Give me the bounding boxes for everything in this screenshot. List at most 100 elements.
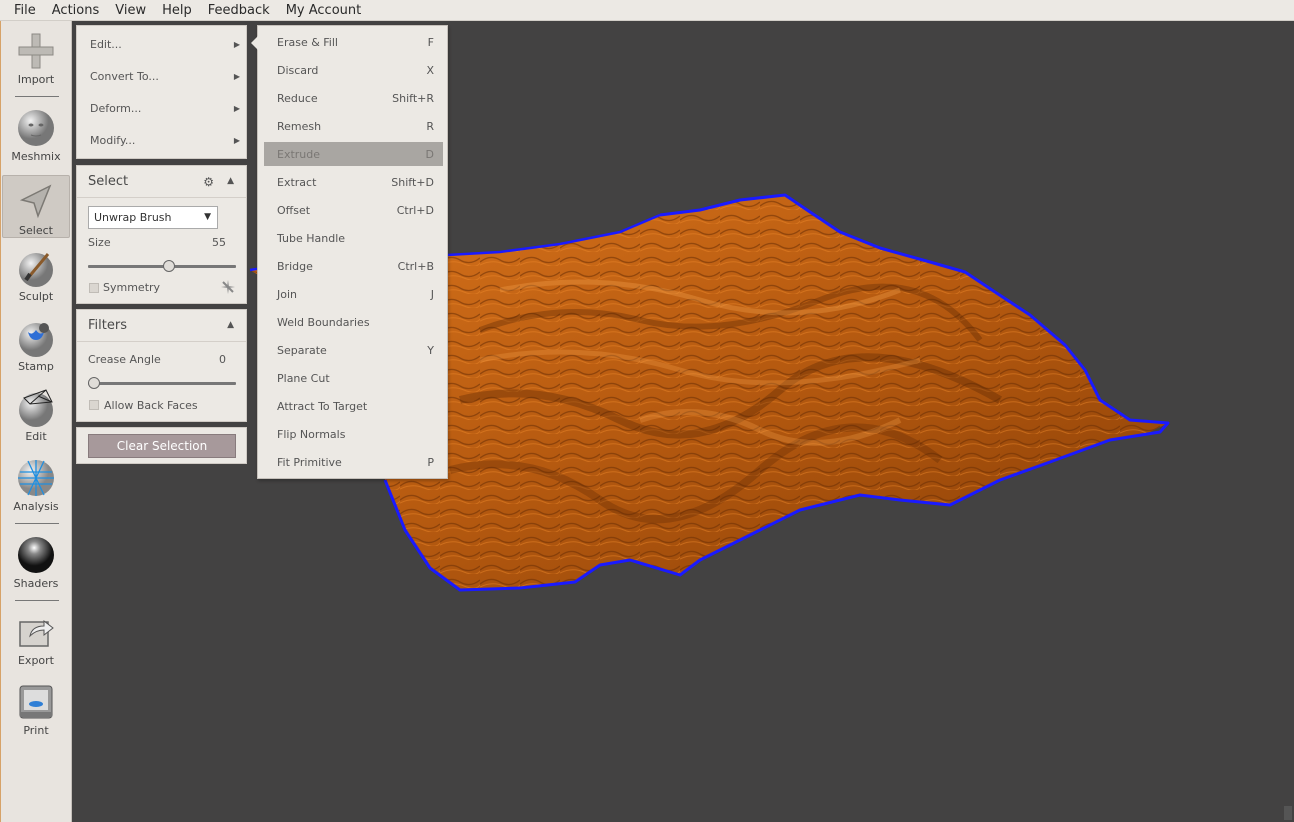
size-slider-knob[interactable]: [162, 260, 175, 272]
menu-item-label: Separate: [277, 343, 327, 357]
clear-selection-button[interactable]: Clear Selection: [88, 434, 236, 458]
submenu-modify[interactable]: Modify... ▶: [90, 130, 240, 150]
printer-icon: [19, 685, 53, 719]
face-sphere-icon: [18, 110, 54, 146]
chevron-down-icon: ▼: [204, 212, 211, 222]
menu-item-fit-primitive[interactable]: Fit Primitive P: [264, 450, 443, 474]
tool-meshmix[interactable]: Meshmix: [2, 108, 70, 163]
crease-slider-track[interactable]: [88, 382, 236, 385]
menu-item-shortcut: Ctrl+B: [397, 259, 434, 273]
menu-actions[interactable]: Actions: [44, 0, 108, 21]
allow-back-faces-checkbox[interactable]: [89, 400, 99, 410]
menu-item-shortcut: Ctrl+D: [396, 203, 434, 217]
select-panel-title: Select: [88, 174, 129, 189]
menu-item-remesh[interactable]: Remesh R: [264, 114, 443, 138]
submenu-convert-to[interactable]: Convert To... ▶: [90, 66, 240, 86]
menu-item-label: Extrude: [277, 147, 321, 161]
menu-item-shortcut: Y: [427, 343, 434, 357]
menu-item-label: Offset: [277, 203, 311, 217]
filters-panel-header: Filters ▲: [77, 310, 246, 342]
brush-type-select[interactable]: Unwrap Brush ▼: [88, 206, 218, 229]
menu-my-account[interactable]: My Account: [278, 0, 370, 21]
menu-item-erase-fill[interactable]: Erase & Fill F: [264, 30, 443, 54]
allow-back-faces-label: Allow Back Faces: [104, 399, 198, 412]
menu-item-label: Extract: [277, 175, 317, 189]
tool-edit[interactable]: Edit: [2, 388, 70, 443]
submenu-edit[interactable]: Edit... ▶: [90, 34, 240, 54]
menu-file[interactable]: File: [6, 0, 44, 21]
menu-item-weld-boundaries[interactable]: Weld Boundaries: [264, 310, 443, 334]
menu-item-reduce[interactable]: Reduce Shift+R: [264, 86, 443, 110]
menu-item-label: Fit Primitive: [277, 455, 342, 469]
menu-item-label: Bridge: [277, 259, 313, 273]
tool-stamp[interactable]: Stamp: [2, 318, 70, 373]
resize-grip[interactable]: [1284, 806, 1292, 820]
tool-shaders[interactable]: Shaders: [2, 535, 70, 590]
gear-icon[interactable]: ⚙: [203, 175, 214, 189]
plus-icon: [18, 33, 54, 69]
menu-item-extrude[interactable]: Extrude D: [264, 142, 443, 166]
menu-help[interactable]: Help: [154, 0, 200, 21]
menu-item-bridge[interactable]: Bridge Ctrl+B: [264, 254, 443, 278]
menu-item-label: Join: [277, 287, 298, 301]
wireframe-sphere-icon: [19, 389, 53, 427]
brush-sphere-icon: [19, 253, 53, 287]
tool-sculpt[interactable]: Sculpt: [2, 248, 70, 303]
menu-item-label: Reduce: [277, 91, 318, 105]
menu-item-tube-handle[interactable]: Tube Handle: [264, 226, 443, 250]
symmetry-checkbox[interactable]: [89, 283, 99, 293]
shiny-sphere-icon: [18, 537, 54, 573]
arrow-cursor-icon: [19, 184, 52, 219]
triangle-right-icon: ▶: [233, 135, 240, 145]
menu-item-offset[interactable]: Offset Ctrl+D: [264, 198, 443, 222]
menu-item-label: Tube Handle: [277, 231, 346, 245]
submenu-deform[interactable]: Deform... ▶: [90, 98, 240, 118]
menu-item-label: Discard: [277, 63, 319, 77]
symmetry-label: Symmetry: [103, 281, 161, 294]
menu-feedback[interactable]: Feedback: [200, 0, 278, 21]
stamp-sphere-icon: [19, 323, 53, 357]
size-value: 55: [212, 236, 226, 249]
collapse-triangle-icon[interactable]: ▲: [227, 320, 234, 330]
menu-item-shortcut: J: [430, 287, 434, 301]
crease-slider-knob[interactable]: [88, 377, 100, 389]
menu-item-label: Attract To Target: [277, 399, 368, 413]
export-icon: [19, 619, 54, 647]
menu-bar: File Actions View Help Feedback My Accou…: [0, 0, 1294, 21]
menu-item-label: Erase & Fill: [277, 35, 338, 49]
menu-item-label: Flip Normals: [277, 427, 346, 441]
menu-item-discard[interactable]: Discard X: [264, 58, 443, 82]
triangle-right-icon: ▶: [233, 39, 240, 49]
menu-item-shortcut: P: [427, 455, 434, 469]
menu-item-separate[interactable]: Separate Y: [264, 338, 443, 362]
menu-item-plane-cut[interactable]: Plane Cut: [264, 366, 443, 390]
tool-print[interactable]: Print: [2, 682, 70, 737]
crease-angle-label: Crease Angle: [88, 353, 161, 366]
size-label: Size: [88, 236, 111, 249]
collapse-triangle-icon[interactable]: ▲: [227, 176, 234, 186]
tool-select[interactable]: Select: [2, 175, 70, 238]
modify-context-menu: Erase & Fill F Discard X Reduce Shift+R Remesh…: [251, 25, 448, 479]
menu-item-flip-normals[interactable]: Flip Normals: [264, 422, 443, 446]
select-panel-header: Select ⚙ ▲: [77, 166, 246, 198]
tool-import[interactable]: Import: [2, 31, 70, 86]
menu-item-shortcut: R: [426, 119, 434, 133]
tool-analysis[interactable]: Analysis: [2, 458, 70, 513]
tool-export[interactable]: Export: [2, 612, 70, 667]
menu-item-join[interactable]: Join J: [264, 282, 443, 306]
filters-panel: Filters ▲ Crease Angle 0 Allow Back Face…: [76, 309, 247, 422]
menu-item-shortcut: D: [425, 147, 434, 161]
filters-panel-title: Filters: [88, 318, 127, 333]
menu-item-extract[interactable]: Extract Shift+D: [264, 170, 443, 194]
menu-item-attract-to-target[interactable]: Attract To Target: [264, 394, 443, 418]
menu-item-label: Remesh: [277, 119, 322, 133]
crease-angle-value: 0: [219, 353, 226, 366]
triangle-right-icon: ▶: [233, 71, 240, 81]
triangle-right-icon: ▶: [233, 103, 240, 113]
menu-item-label: Plane Cut: [277, 371, 330, 385]
menu-item-label: Weld Boundaries: [277, 315, 370, 329]
edit-submenu-panel: Edit... ▶ Convert To... ▶ Deform... ▶ Modif…: [76, 25, 247, 159]
menu-item-shortcut: Shift+R: [392, 91, 434, 105]
symmetry-plane-icon[interactable]: [220, 279, 236, 295]
menu-view[interactable]: View: [107, 0, 154, 21]
